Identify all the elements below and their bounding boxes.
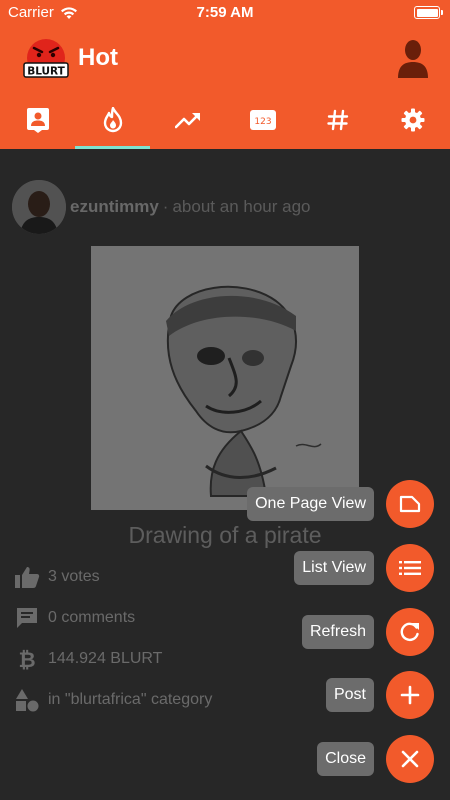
trending-up-icon	[174, 112, 200, 128]
list-view-button[interactable]	[386, 544, 434, 592]
svg-text:123: 123	[254, 117, 271, 127]
speed-dial-post[interactable]: Post	[325, 670, 434, 720]
one-page-view-label[interactable]: One Page View	[247, 487, 374, 521]
post-label[interactable]: Post	[325, 678, 374, 712]
tab-feed[interactable]	[0, 90, 75, 149]
refresh-button[interactable]	[386, 608, 434, 656]
profile-avatar-icon[interactable]	[396, 38, 430, 78]
close-icon	[401, 750, 419, 768]
post-button[interactable]	[386, 671, 434, 719]
tab-trending[interactable]	[150, 90, 225, 149]
clock: 7:59 AM	[196, 4, 254, 21]
refresh-label[interactable]: Refresh	[301, 615, 374, 649]
status-bar: Carrier 7:59 AM	[0, 0, 450, 26]
numbers-123-icon: 123	[249, 109, 276, 130]
speed-dial-refresh[interactable]: Refresh	[301, 607, 434, 657]
app-bar: BLURT Hot	[0, 26, 450, 90]
refresh-icon	[400, 622, 419, 641]
tab-hot[interactable]	[75, 90, 150, 149]
speed-dial-one-page-view[interactable]: One Page View	[247, 479, 434, 529]
page-icon	[399, 495, 421, 513]
fire-icon	[103, 106, 122, 132]
gear-icon	[401, 108, 424, 131]
tab-new[interactable]: 123	[225, 90, 300, 149]
person-card-icon	[26, 107, 49, 133]
close-button[interactable]	[386, 735, 434, 783]
tab-tags[interactable]	[300, 90, 375, 149]
logo-text: BLURT	[27, 66, 65, 78]
close-label[interactable]: Close	[317, 742, 374, 776]
page-title: Hot	[78, 44, 118, 71]
plus-icon	[400, 685, 420, 705]
hashtag-icon	[326, 109, 348, 130]
speed-dial-close[interactable]: Close	[317, 734, 434, 784]
tab-settings[interactable]	[375, 90, 450, 149]
blurt-logo-icon: BLURT	[23, 39, 69, 78]
battery-icon	[414, 6, 443, 19]
one-page-view-button[interactable]	[386, 480, 434, 528]
list-view-label[interactable]: List View	[294, 551, 374, 585]
speed-dial-list-view[interactable]: List View	[294, 543, 434, 593]
tab-bar: 123	[0, 90, 450, 149]
list-icon	[399, 561, 421, 575]
